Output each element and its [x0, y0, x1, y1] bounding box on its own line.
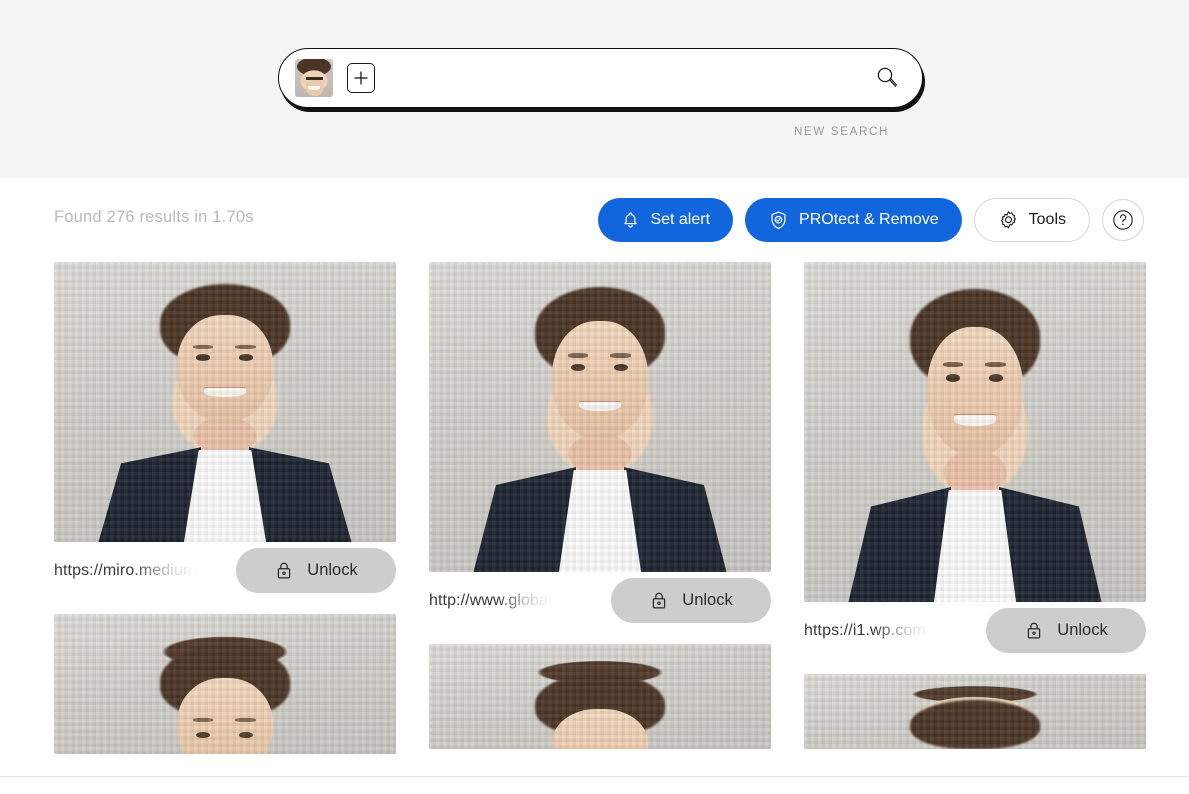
- result-url[interactable]: http://www.global: [429, 592, 552, 610]
- result-thumbnail[interactable]: [429, 644, 771, 749]
- portrait-brow-right: [235, 717, 256, 722]
- unlock-button[interactable]: Unlock: [986, 608, 1146, 653]
- portrait-hair: [910, 699, 1040, 749]
- unlock-button[interactable]: Unlock: [611, 578, 771, 623]
- gear-icon: [1000, 210, 1016, 228]
- portrait-mouth: [954, 415, 996, 426]
- results-column-1: https://miro.medium Unlock: [54, 262, 396, 768]
- unlock-label: Unlock: [682, 591, 733, 609]
- add-image-button[interactable]: [347, 63, 375, 93]
- unlock-label: Unlock: [1057, 621, 1108, 639]
- tools-label: Tools: [1028, 211, 1066, 228]
- set-alert-label: Set alert: [650, 211, 711, 228]
- result-count-label: Found 276 results in 1.70s: [54, 208, 254, 226]
- portrait-face: [177, 678, 273, 754]
- portrait-image: [54, 614, 396, 754]
- portrait-face: [927, 326, 1023, 456]
- portrait-brow-left: [192, 717, 214, 722]
- portrait-eye-right: [988, 374, 1004, 382]
- protect-remove-button[interactable]: PROtect & Remove: [745, 198, 962, 242]
- lock-icon: [278, 562, 291, 579]
- search-submit-button[interactable]: [866, 57, 908, 99]
- portrait-brow-right: [610, 353, 631, 359]
- result-card: https://miro.medium Unlock: [54, 262, 396, 600]
- plus-icon: [354, 71, 368, 85]
- result-card-footer: https://i1.wp.com/ Unlock: [804, 602, 1146, 660]
- result-thumbnail[interactable]: [54, 614, 396, 754]
- new-search-link[interactable]: NEW SEARCH: [0, 126, 889, 138]
- unlock-label: Unlock: [307, 561, 358, 579]
- portrait-eye-left: [945, 374, 961, 382]
- result-card: [804, 674, 1146, 749]
- portrait-eye-right: [238, 354, 254, 361]
- search-input[interactable]: [375, 58, 866, 98]
- portrait-eye-left: [195, 354, 211, 361]
- result-card: http://www.global Unlock: [429, 262, 771, 630]
- page-header: NEW SEARCH: [0, 0, 1189, 178]
- portrait-jacket-left: [848, 486, 952, 602]
- result-card: https://i1.wp.com/ Unlock: [804, 262, 1146, 660]
- portrait-jacket-left: [98, 447, 202, 542]
- help-circle-icon: [1113, 210, 1133, 230]
- portrait-brow-left: [567, 353, 589, 359]
- results-grid: https://miro.medium Unlock http://www.gl…: [0, 262, 1189, 776]
- portrait-jacket-right: [623, 467, 727, 572]
- query-face-eyes: [305, 76, 324, 80]
- protect-remove-label: PROtect & Remove: [799, 211, 939, 228]
- set-alert-button[interactable]: Set alert: [598, 198, 734, 242]
- result-url[interactable]: https://miro.medium: [54, 562, 196, 580]
- portrait-jacket-left: [473, 467, 577, 572]
- portrait-image: [429, 262, 771, 572]
- result-card: [54, 614, 396, 754]
- portrait-brow-left: [192, 344, 214, 349]
- result-thumbnail[interactable]: [429, 262, 771, 572]
- result-card-footer: http://www.global Unlock: [429, 572, 771, 630]
- viewport-bottom-edge: [0, 776, 1189, 794]
- result-url[interactable]: https://i1.wp.com/: [804, 622, 930, 640]
- result-thumbnail[interactable]: [54, 262, 396, 542]
- tools-button[interactable]: Tools: [973, 198, 1090, 242]
- toolbar-actions: Set alert PROtect & Remove Tools: [598, 198, 1144, 242]
- portrait-face: [552, 320, 648, 439]
- search-bar[interactable]: [278, 48, 923, 108]
- query-face-mouth: [307, 86, 321, 90]
- search-icon: [877, 67, 898, 87]
- results-column-3: https://i1.wp.com/ Unlock: [804, 262, 1146, 763]
- portrait-eye-right: [238, 731, 254, 738]
- unlock-button[interactable]: Unlock: [236, 548, 396, 593]
- bell-icon: [624, 211, 638, 227]
- portrait-brow-right: [235, 344, 256, 349]
- results-toolbar: Found 276 results in 1.70s Set alert PRO…: [0, 178, 1189, 262]
- portrait-image: [804, 262, 1146, 602]
- portrait-image: [54, 262, 396, 542]
- portrait-face: [177, 315, 273, 422]
- portrait-jacket-right: [998, 486, 1102, 602]
- lock-icon: [1028, 622, 1041, 639]
- lock-icon: [653, 592, 666, 609]
- portrait-image: [429, 644, 771, 749]
- search-results-page: NEW SEARCH Found 276 results in 1.70s Se…: [0, 0, 1189, 794]
- result-card: [429, 644, 771, 749]
- query-face-thumbnail[interactable]: [295, 59, 333, 97]
- portrait-jacket-right: [248, 447, 352, 542]
- results-columns: https://miro.medium Unlock http://www.gl…: [54, 262, 1146, 768]
- portrait-image: [804, 674, 1146, 749]
- search-bar-container: [278, 48, 923, 110]
- help-button[interactable]: [1102, 199, 1144, 241]
- portrait-eye-left: [195, 731, 211, 738]
- results-column-2: http://www.global Unlock: [429, 262, 771, 763]
- portrait-mouth: [204, 388, 246, 397]
- result-card-footer: https://miro.medium Unlock: [54, 542, 396, 600]
- shield-check-icon: [771, 210, 786, 229]
- result-thumbnail[interactable]: [804, 262, 1146, 602]
- result-thumbnail[interactable]: [804, 674, 1146, 749]
